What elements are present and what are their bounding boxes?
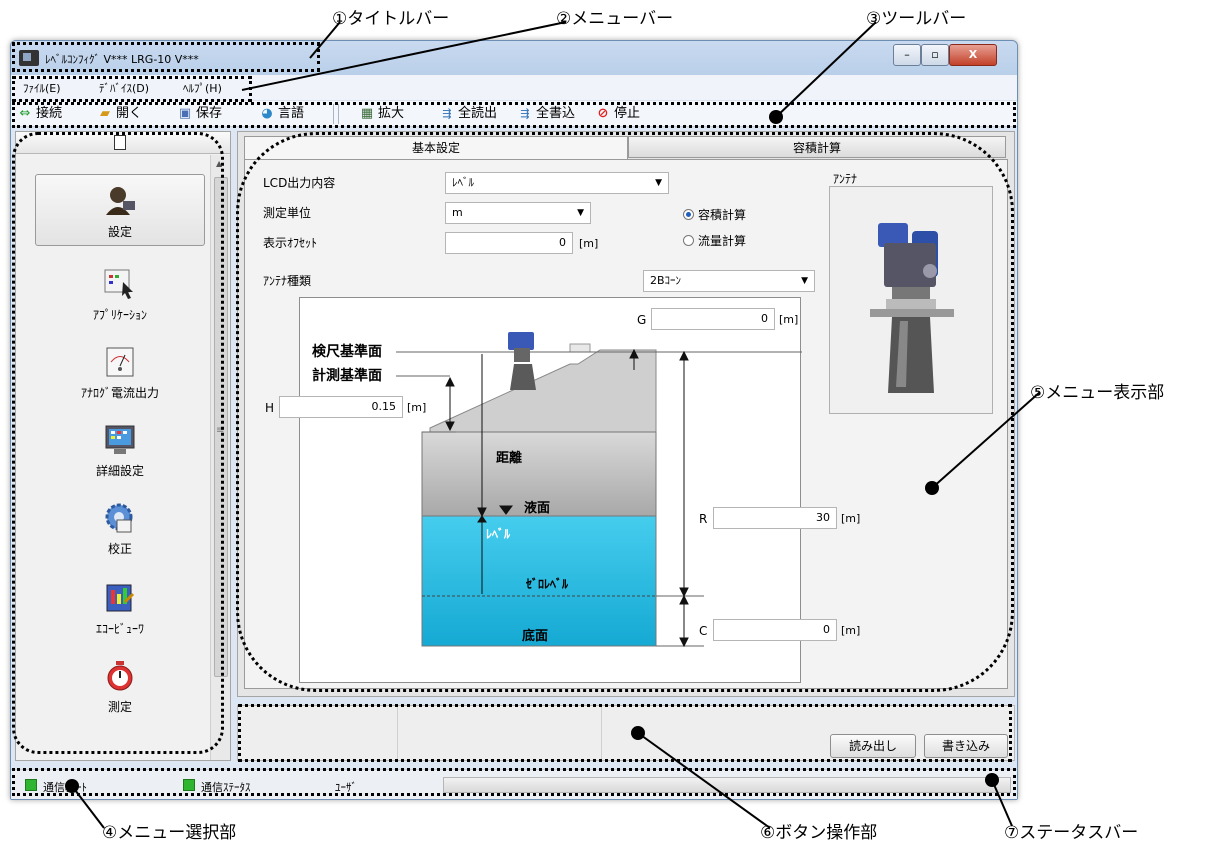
callout-leader-lines — [65, 21, 1041, 829]
